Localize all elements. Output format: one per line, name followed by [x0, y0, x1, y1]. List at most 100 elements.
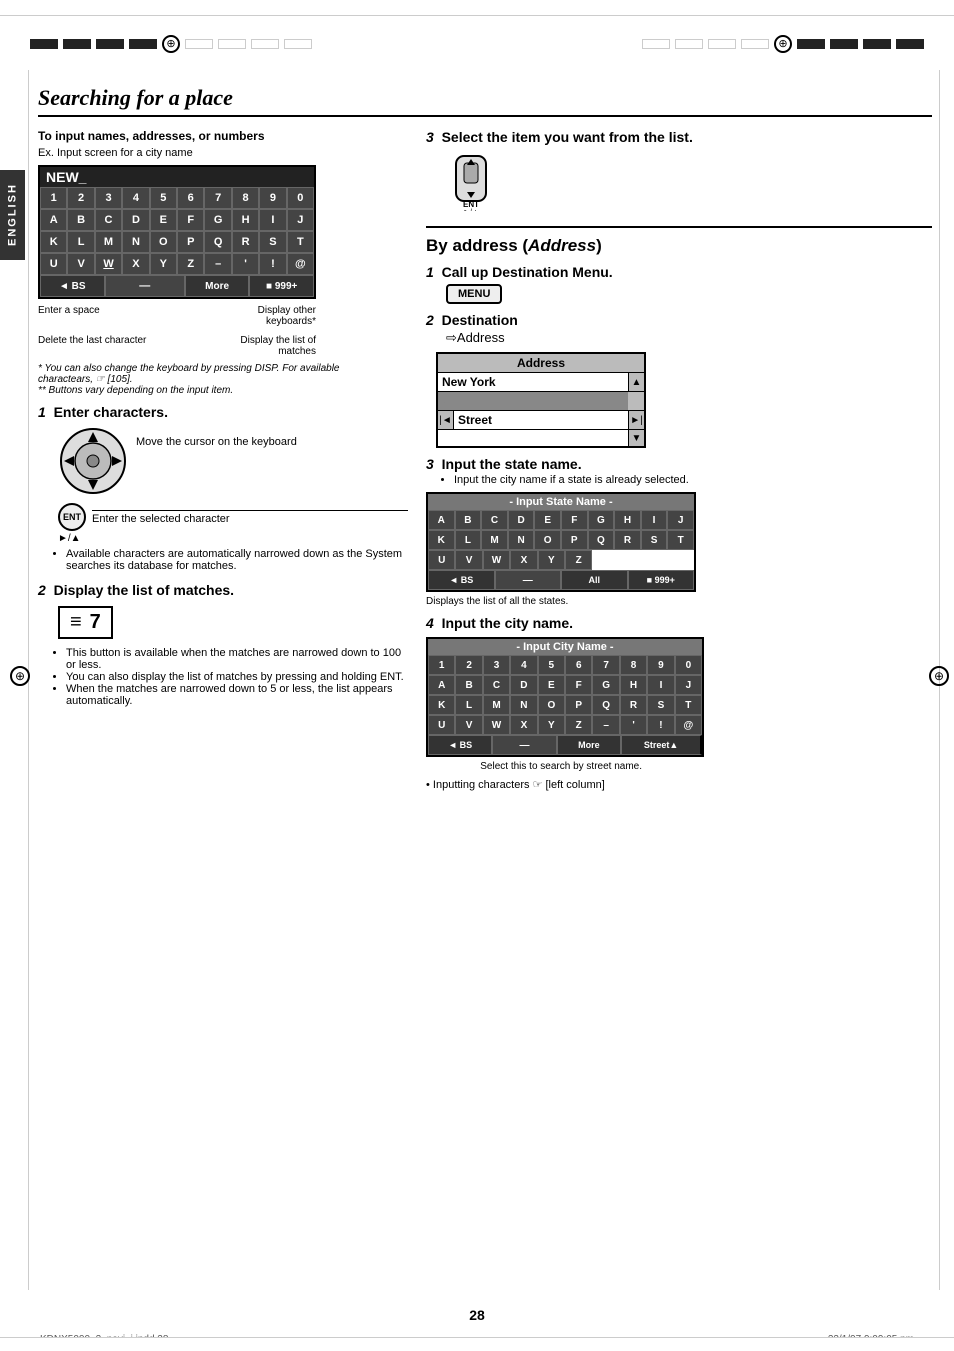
state-key-m[interactable]: M	[481, 530, 508, 550]
city-key-9[interactable]: 9	[647, 655, 674, 675]
city-key-apos[interactable]: '	[620, 715, 647, 735]
key-a[interactable]: A	[40, 209, 67, 231]
city-key-h[interactable]: H	[620, 675, 647, 695]
city-key-at[interactable]: @	[675, 715, 702, 735]
city-key-v[interactable]: V	[455, 715, 482, 735]
key-1[interactable]: 1	[40, 187, 67, 209]
state-key-n[interactable]: N	[508, 530, 535, 550]
key-c[interactable]: C	[95, 209, 122, 231]
state-key-b[interactable]: B	[455, 510, 482, 530]
city-key-more[interactable]: More	[557, 735, 621, 755]
key-p[interactable]: P	[177, 231, 204, 253]
city-key-4[interactable]: 4	[510, 655, 537, 675]
state-key-k[interactable]: K	[428, 530, 455, 550]
state-key-z[interactable]: Z	[565, 550, 592, 570]
key-9[interactable]: 9	[259, 187, 286, 209]
city-key-g[interactable]: G	[592, 675, 619, 695]
key-bs[interactable]: ◄ BS	[40, 275, 105, 297]
state-key-all[interactable]: All	[561, 570, 628, 590]
key-y[interactable]: Y	[150, 253, 177, 275]
city-key-i[interactable]: I	[647, 675, 674, 695]
key-6[interactable]: 6	[177, 187, 204, 209]
key-l[interactable]: L	[67, 231, 94, 253]
key-w[interactable]: W	[95, 253, 122, 275]
key-f[interactable]: F	[177, 209, 204, 231]
city-key-0[interactable]: 0	[675, 655, 702, 675]
key-v[interactable]: V	[67, 253, 94, 275]
key-2[interactable]: 2	[67, 187, 94, 209]
state-key-x[interactable]: X	[510, 550, 537, 570]
city-key-e[interactable]: E	[538, 675, 565, 695]
city-key-s[interactable]: S	[647, 695, 674, 715]
city-key-street[interactable]: Street▲	[621, 735, 702, 755]
key-g[interactable]: G	[204, 209, 231, 231]
key-5[interactable]: 5	[150, 187, 177, 209]
key-r[interactable]: R	[232, 231, 259, 253]
city-key-5[interactable]: 5	[538, 655, 565, 675]
city-key-p[interactable]: P	[565, 695, 592, 715]
city-key-c[interactable]: C	[483, 675, 510, 695]
city-key-3[interactable]: 3	[483, 655, 510, 675]
state-key-r[interactable]: R	[614, 530, 641, 550]
city-key-1[interactable]: 1	[428, 655, 455, 675]
state-key-y[interactable]: Y	[538, 550, 565, 570]
city-key-dash[interactable]: –	[592, 715, 619, 735]
city-key-x[interactable]: X	[510, 715, 537, 735]
city-key-7[interactable]: 7	[592, 655, 619, 675]
city-key-k[interactable]: K	[428, 695, 455, 715]
state-key-p[interactable]: P	[561, 530, 588, 550]
key-at[interactable]: @	[287, 253, 314, 275]
key-h[interactable]: H	[232, 209, 259, 231]
state-key-i[interactable]: I	[641, 510, 668, 530]
city-key-q[interactable]: Q	[592, 695, 619, 715]
state-key-f[interactable]: F	[561, 510, 588, 530]
key-space[interactable]: —	[105, 275, 185, 297]
city-key-space[interactable]: —	[492, 735, 556, 755]
city-key-2[interactable]: 2	[455, 655, 482, 675]
state-key-w[interactable]: W	[483, 550, 510, 570]
state-key-space[interactable]: —	[495, 570, 562, 590]
city-key-y[interactable]: Y	[538, 715, 565, 735]
key-j[interactable]: J	[287, 209, 314, 231]
city-key-t[interactable]: T	[675, 695, 702, 715]
state-key-j[interactable]: J	[667, 510, 694, 530]
key-0[interactable]: 0	[287, 187, 314, 209]
city-key-n[interactable]: N	[510, 695, 537, 715]
city-key-d[interactable]: D	[510, 675, 537, 695]
key-excl[interactable]: !	[259, 253, 286, 275]
state-key-l[interactable]: L	[455, 530, 482, 550]
city-key-6[interactable]: 6	[565, 655, 592, 675]
state-key-c[interactable]: C	[481, 510, 508, 530]
city-key-b[interactable]: B	[455, 675, 482, 695]
key-m[interactable]: M	[95, 231, 122, 253]
city-key-w[interactable]: W	[483, 715, 510, 735]
city-key-j[interactable]: J	[675, 675, 702, 695]
state-key-o[interactable]: O	[534, 530, 561, 550]
key-999[interactable]: ■ 999+	[249, 275, 314, 297]
state-key-bs[interactable]: ◄ BS	[428, 570, 495, 590]
city-key-excl[interactable]: !	[647, 715, 674, 735]
state-key-999[interactable]: ■ 999+	[628, 570, 695, 590]
key-x[interactable]: X	[122, 253, 149, 275]
state-key-q[interactable]: Q	[588, 530, 615, 550]
key-e[interactable]: E	[150, 209, 177, 231]
key-k[interactable]: K	[40, 231, 67, 253]
key-o[interactable]: O	[150, 231, 177, 253]
key-apos[interactable]: '	[232, 253, 259, 275]
key-q[interactable]: Q	[204, 231, 231, 253]
city-key-o[interactable]: O	[538, 695, 565, 715]
key-4[interactable]: 4	[122, 187, 149, 209]
city-key-l[interactable]: L	[455, 695, 482, 715]
key-n[interactable]: N	[122, 231, 149, 253]
state-key-s[interactable]: S	[641, 530, 668, 550]
key-s[interactable]: S	[259, 231, 286, 253]
menu-button[interactable]: MENU	[446, 284, 502, 304]
key-z[interactable]: Z	[177, 253, 204, 275]
state-key-d[interactable]: D	[508, 510, 535, 530]
key-3[interactable]: 3	[95, 187, 122, 209]
city-key-f[interactable]: F	[565, 675, 592, 695]
key-t[interactable]: T	[287, 231, 314, 253]
key-i[interactable]: I	[259, 209, 286, 231]
key-d[interactable]: D	[122, 209, 149, 231]
city-key-m[interactable]: M	[483, 695, 510, 715]
